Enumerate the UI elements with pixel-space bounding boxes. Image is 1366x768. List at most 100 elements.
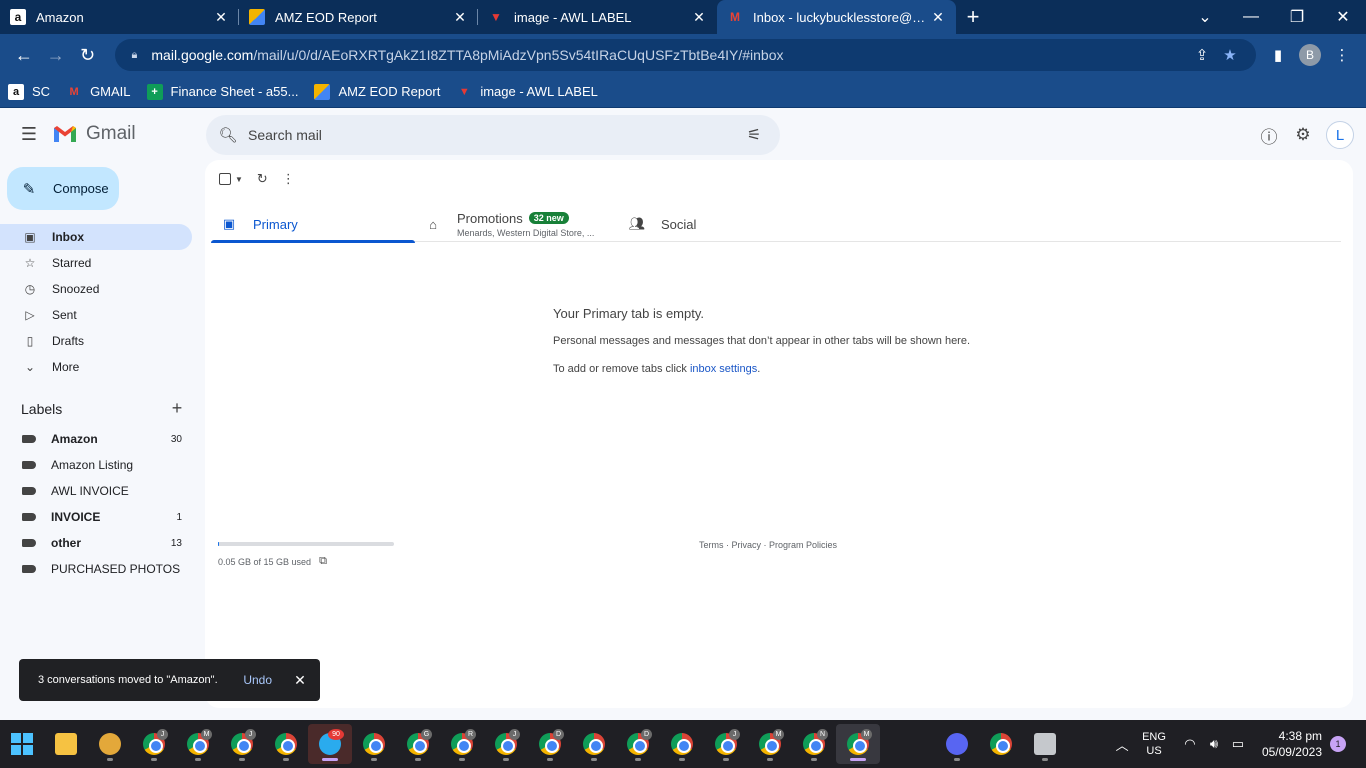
- lock-icon[interactable]: 🔒︎: [127, 49, 141, 62]
- chrome-window-button[interactable]: J: [220, 724, 264, 764]
- label-item-purchased-photos[interactable]: PURCHASED PHOTOS: [0, 556, 192, 582]
- bookmark-gmail[interactable]: M GMAIL: [66, 84, 130, 100]
- undo-button[interactable]: Undo: [243, 673, 272, 687]
- address-bar[interactable]: 🔒︎ mail.google.com/mail/u/0/d/AEoRXRTgAk…: [115, 39, 1257, 71]
- forward-icon[interactable]: →: [40, 39, 72, 71]
- bookmark-sc[interactable]: a SC: [8, 83, 50, 100]
- app-button[interactable]: [88, 724, 132, 764]
- profile-avatar[interactable]: B: [1299, 44, 1322, 66]
- compose-button[interactable]: ✎ Compose: [7, 167, 119, 210]
- reload-icon[interactable]: ↻: [72, 39, 104, 71]
- browser-tab-awl-label[interactable]: ▼ image - AWL LABEL ✕: [478, 0, 717, 34]
- sidebar-item-drafts[interactable]: ▯ Drafts: [0, 328, 192, 354]
- close-icon[interactable]: ✕: [452, 9, 468, 25]
- add-label-icon[interactable]: +: [168, 398, 186, 419]
- bookmark-finance-sheet[interactable]: + Finance Sheet - a55...: [146, 83, 298, 100]
- start-button[interactable]: [0, 724, 44, 764]
- share-icon[interactable]: ⇪: [1188, 46, 1216, 64]
- clock[interactable]: 4:38 pm 05/09/2023: [1262, 728, 1322, 760]
- chrome-window-button[interactable]: J: [484, 724, 528, 764]
- gmail-logo[interactable]: Gmail: [52, 123, 136, 145]
- sidebar-item-more[interactable]: ⌄ More: [0, 354, 192, 380]
- search-input[interactable]: Search mail: [248, 127, 740, 143]
- volume-icon[interactable]: 🔊︎: [1202, 736, 1226, 752]
- label-item-invoice[interactable]: INVOICE 1: [0, 504, 192, 530]
- chrome-window-button[interactable]: D: [528, 724, 572, 764]
- close-icon[interactable]: ✕: [292, 672, 308, 689]
- browser-tab-amazon[interactable]: a Amazon ✕: [0, 0, 239, 34]
- profile-badge: M: [773, 729, 784, 740]
- account-avatar[interactable]: L: [1326, 121, 1354, 149]
- bookmark-amz-eod-report[interactable]: AMZ EOD Report: [314, 83, 440, 100]
- chrome-window-button[interactable]: G: [396, 724, 440, 764]
- label-item-amazon[interactable]: Amazon 30: [0, 426, 192, 452]
- tab-search-icon[interactable]: ⌄: [1182, 0, 1228, 34]
- labels-heading: Labels: [21, 400, 63, 417]
- sidebar-item-inbox[interactable]: ▣ Inbox: [0, 224, 192, 250]
- sidebar-item-snoozed[interactable]: ◷ Snoozed: [0, 276, 192, 302]
- discord-button[interactable]: [935, 724, 979, 764]
- bookmark-awl-label[interactable]: ▼ image - AWL LABEL: [456, 84, 598, 100]
- chrome-window-button[interactable]: J: [132, 724, 176, 764]
- inbox-icon: ▣: [222, 216, 236, 231]
- select-dropdown-icon[interactable]: ▼: [235, 170, 243, 188]
- chevron-up-icon[interactable]: ︿: [1110, 735, 1134, 754]
- label-name: AWL INVOICE: [51, 484, 129, 498]
- running-indicator: [1042, 758, 1048, 761]
- label-item-awl-invoice[interactable]: AWL INVOICE: [0, 478, 192, 504]
- search-mail-bar[interactable]: 🔍︎ Search mail ⚟: [206, 115, 780, 155]
- label-item-other[interactable]: other 13: [0, 530, 192, 556]
- chrome-window-button[interactable]: R: [440, 724, 484, 764]
- minimize-icon[interactable]: —: [1228, 0, 1274, 34]
- tab-social[interactable]: 👥︎ Social: [619, 206, 823, 242]
- battery-icon[interactable]: ▭: [1226, 736, 1250, 752]
- chrome-window-button[interactable]: M: [176, 724, 220, 764]
- search-icon[interactable]: 🔍︎: [218, 126, 238, 144]
- chrome-window-button[interactable]: N: [792, 724, 836, 764]
- select-all-checkbox[interactable]: [219, 170, 231, 188]
- refresh-icon[interactable]: ↻: [257, 170, 268, 188]
- inbox-settings-link[interactable]: inbox settings: [690, 363, 757, 375]
- sidebar-item-starred[interactable]: ☆ Starred: [0, 250, 192, 276]
- file-explorer-button[interactable]: [44, 724, 88, 764]
- back-icon[interactable]: ←: [8, 39, 40, 71]
- chrome-window-button[interactable]: [572, 724, 616, 764]
- new-tab-icon[interactable]: +: [956, 0, 990, 34]
- tab-promotions[interactable]: ⌂ Promotions 32 new Menards, Western Dig…: [415, 206, 619, 242]
- close-icon[interactable]: ✕: [930, 9, 946, 25]
- url-text[interactable]: mail.google.com/mail/u/0/d/AEoRXRTgAkZ1I…: [151, 47, 1188, 63]
- label-item-amazon-listing[interactable]: Amazon Listing: [0, 452, 192, 478]
- chrome-window-button[interactable]: M: [836, 724, 880, 764]
- side-panel-icon[interactable]: ▮: [1262, 39, 1294, 71]
- browser-tab-inbox[interactable]: M Inbox - luckybucklesstore@gmail ✕: [717, 0, 956, 34]
- restore-icon[interactable]: ❐: [1274, 0, 1320, 34]
- chrome-window-button[interactable]: [979, 724, 1023, 764]
- main-menu-icon[interactable]: ☰: [12, 117, 46, 151]
- close-icon[interactable]: ✕: [213, 9, 229, 25]
- language-indicator[interactable]: ENG US: [1142, 730, 1166, 758]
- open-external-icon[interactable]: ⧉: [317, 555, 329, 568]
- running-indicator: [635, 758, 641, 761]
- browser-tab-amz-eod-report[interactable]: AMZ EOD Report ✕: [239, 0, 478, 34]
- telegram-button[interactable]: 90: [308, 724, 352, 764]
- sidebar-item-sent[interactable]: ▷ Sent: [0, 302, 192, 328]
- help-icon[interactable]: ⓘ: [1252, 120, 1286, 150]
- footer-links[interactable]: Terms · Privacy · Program Policies: [699, 540, 837, 550]
- chrome-window-button[interactable]: M: [748, 724, 792, 764]
- chrome-window-button[interactable]: [660, 724, 704, 764]
- wifi-icon[interactable]: ◠: [1178, 736, 1202, 752]
- chrome-window-button[interactable]: J: [704, 724, 748, 764]
- chrome-window-button[interactable]: [264, 724, 308, 764]
- tab-primary[interactable]: ▣ Primary: [211, 206, 415, 243]
- close-icon[interactable]: ✕: [691, 9, 707, 25]
- search-options-icon[interactable]: ⚟: [740, 125, 768, 145]
- calculator-button[interactable]: [1023, 724, 1067, 764]
- bookmark-star-icon[interactable]: ★: [1216, 46, 1244, 64]
- notification-badge[interactable]: 1: [1330, 736, 1346, 752]
- window-close-icon[interactable]: ✕: [1320, 0, 1366, 34]
- menu-dots-icon[interactable]: ⋮: [1326, 39, 1358, 71]
- settings-gear-icon[interactable]: ⚙: [1286, 120, 1320, 150]
- chrome-window-button[interactable]: D: [616, 724, 660, 764]
- chrome-window-button[interactable]: [352, 724, 396, 764]
- more-options-icon[interactable]: ⋮: [282, 170, 295, 188]
